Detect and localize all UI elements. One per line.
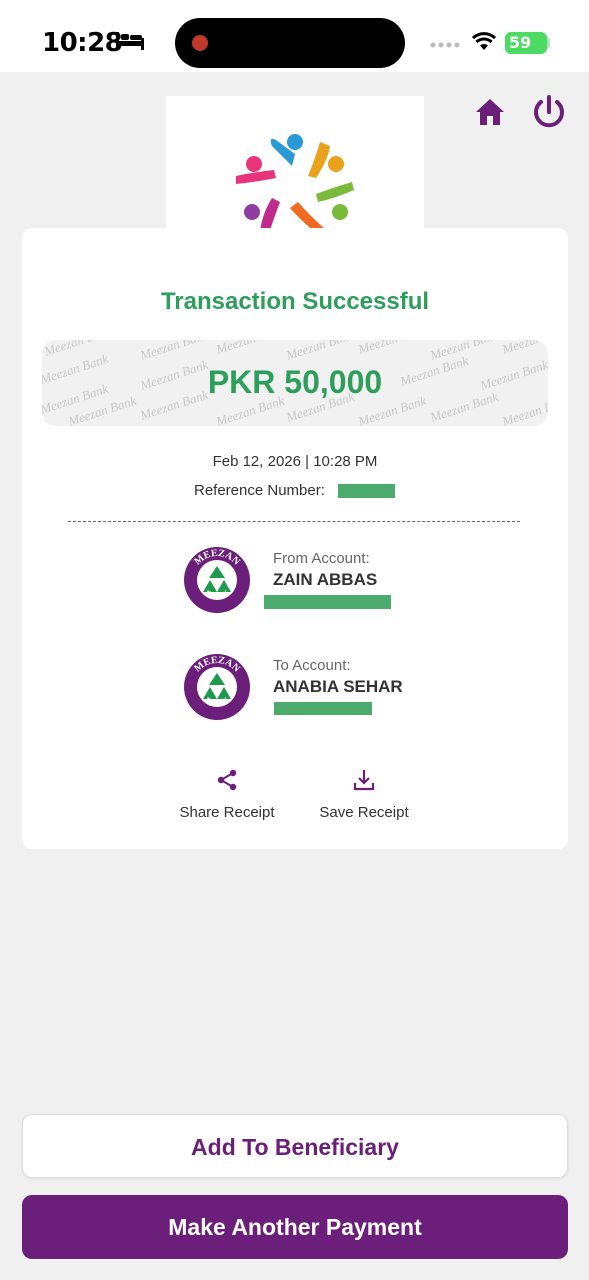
to-account-label: To Account: — [273, 657, 351, 674]
to-account-number-redacted — [274, 702, 372, 715]
signal-icon — [430, 42, 460, 48]
svg-text:Meezan Bank: Meezan Bank — [283, 340, 356, 363]
amount-box: Meezan Bank Meezan Bank Meezan Bank Meez… — [42, 340, 548, 426]
from-account-name: ZAIN ABBAS — [273, 570, 378, 589]
transaction-status-title: Transaction Successful — [160, 288, 430, 315]
status-bar: 10:28 59 — [0, 0, 589, 72]
share-icon — [217, 769, 237, 791]
save-receipt-button[interactable]: Save Receipt — [309, 768, 419, 821]
svg-text:Meezan Bank: Meezan Bank — [499, 340, 548, 357]
wifi-icon — [472, 32, 496, 50]
to-account-name: ANABIA SEHAR — [273, 677, 403, 696]
home-icon[interactable] — [474, 96, 506, 128]
from-account-number-redacted — [264, 595, 391, 609]
dynamic-island — [175, 18, 405, 68]
app-logo-container — [166, 96, 424, 246]
svg-text:Meezan Bank: Meezan Bank — [213, 340, 286, 357]
logo-card-join — [166, 228, 424, 248]
share-receipt-button[interactable]: Share Receipt — [172, 768, 282, 821]
battery-level: 59 — [509, 33, 532, 52]
make-another-payment-button[interactable]: Make Another Payment — [22, 1195, 568, 1259]
download-icon — [353, 770, 375, 791]
status-time: 10:28 — [42, 28, 123, 58]
reference-number-redacted — [338, 484, 395, 498]
reference-number-label: Reference Number: — [194, 482, 325, 499]
meezan-bank-logo: MEEZAN BANK — [184, 654, 250, 720]
receipt-card: Transaction Successful Meezan Bank Meeza… — [22, 228, 568, 849]
save-receipt-label: Save Receipt — [319, 804, 409, 821]
from-account-label: From Account: — [273, 550, 370, 567]
add-to-beneficiary-button[interactable]: Add To Beneficiary — [22, 1114, 568, 1178]
battery-tip — [547, 38, 550, 48]
transaction-amount: PKR 50,000 — [207, 364, 383, 400]
power-icon[interactable] — [531, 94, 567, 130]
meezan-bank-logo: MEEZAN BANK — [184, 547, 250, 613]
recording-indicator-icon — [192, 35, 208, 51]
svg-text:Meezan Bank: Meezan Bank — [355, 340, 428, 357]
transaction-datetime: Feb 12, 2026 | 10:28 PM — [212, 453, 378, 470]
dashed-divider — [68, 521, 520, 522]
bed-icon — [116, 32, 144, 50]
share-receipt-label: Share Receipt — [179, 804, 275, 821]
battery-icon: 59 — [505, 32, 547, 54]
